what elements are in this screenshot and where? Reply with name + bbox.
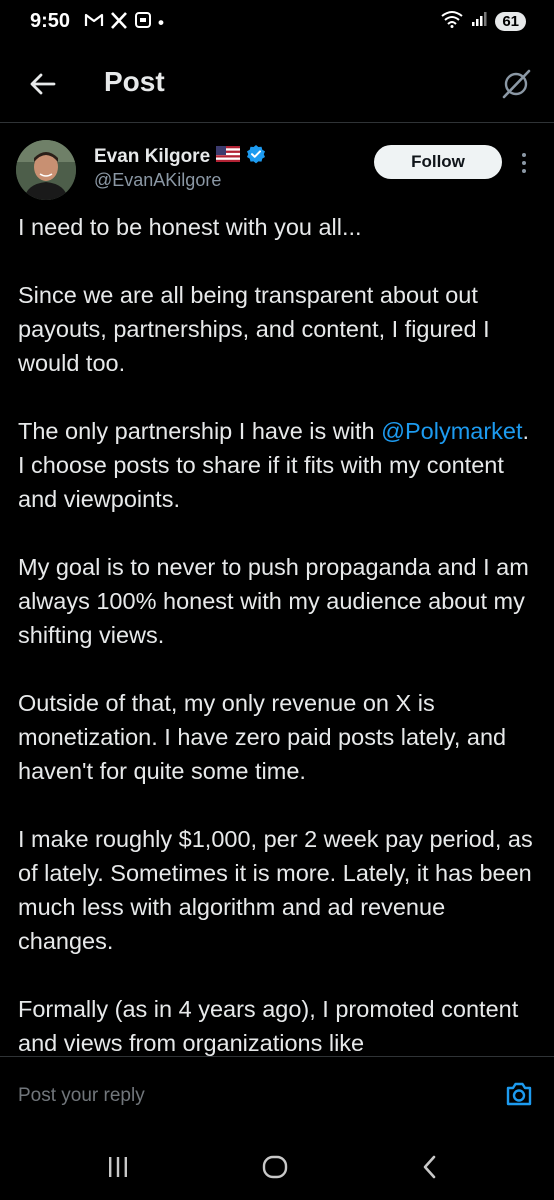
- battery-indicator: 61: [495, 12, 526, 31]
- home-button[interactable]: [257, 1153, 293, 1181]
- back-button[interactable]: [22, 64, 62, 104]
- status-time: 9:50: [30, 10, 71, 32]
- screenshot-icon: [134, 11, 152, 34]
- author-handle[interactable]: @EvanAKilgore: [94, 170, 221, 191]
- grok-icon: [502, 69, 531, 99]
- follow-button[interactable]: Follow: [374, 145, 502, 179]
- author-name-line: Evan Kilgore: [94, 144, 266, 169]
- post-paragraph: My goal is to never to push propaganda a…: [18, 554, 529, 648]
- author-name[interactable]: Evan Kilgore: [94, 146, 210, 168]
- post-text-span: The only partnership I have is with: [18, 418, 382, 444]
- x-icon: [110, 11, 128, 34]
- post-paragraph: Formally (as in 4 years ago), I promoted…: [18, 996, 519, 1056]
- post-author: Evan Kilgore @EvanAKilgore Follow: [16, 136, 538, 200]
- post-paragraph: The only partnership I have is with @Pol…: [18, 414, 538, 516]
- status-dot: •: [158, 12, 164, 32]
- recent-apps-icon: [109, 1157, 127, 1177]
- post-paragraph: I need to be honest with you all...: [18, 214, 362, 240]
- camera-button[interactable]: [504, 1079, 534, 1109]
- recent-apps-button[interactable]: [100, 1153, 136, 1181]
- camera-icon: [506, 1082, 532, 1106]
- verified-badge-icon: [246, 144, 266, 169]
- grok-button[interactable]: [496, 64, 536, 104]
- more-options-icon[interactable]: [516, 148, 532, 178]
- top-app-bar: Post: [0, 46, 554, 123]
- system-back-button[interactable]: [412, 1153, 448, 1181]
- status-bar: 9:50 • 61: [0, 0, 554, 46]
- reply-input[interactable]: Post your reply: [18, 1085, 145, 1107]
- system-nav-bar: [0, 1125, 554, 1200]
- post-paragraph: Since we are all being transparent about…: [18, 282, 490, 376]
- us-flag-icon: [216, 146, 241, 167]
- page-title: Post: [104, 66, 165, 97]
- post-paragraph: I make roughly $1,000, per 2 week pay pe…: [18, 826, 533, 954]
- post-paragraph: Outside of that, my only revenue on X is…: [18, 690, 507, 784]
- gmail-icon: [84, 12, 104, 33]
- status-right: 61: [441, 10, 526, 33]
- chevron-left-icon: [423, 1155, 436, 1179]
- screen: 9:50 • 61 Post Evan Kilgore @EvanAKilgor…: [0, 0, 554, 1200]
- wifi-icon: [441, 10, 463, 33]
- notification-icons: •: [84, 11, 164, 34]
- reply-composer[interactable]: Post your reply: [0, 1056, 554, 1126]
- mention-link[interactable]: @Polymarket: [381, 418, 522, 444]
- home-icon: [262, 1155, 288, 1179]
- post-text: I need to be honest with you all... Sinc…: [18, 210, 538, 1056]
- avatar[interactable]: [16, 140, 76, 200]
- signal-icon: [471, 11, 487, 32]
- back-arrow-icon: [30, 73, 56, 95]
